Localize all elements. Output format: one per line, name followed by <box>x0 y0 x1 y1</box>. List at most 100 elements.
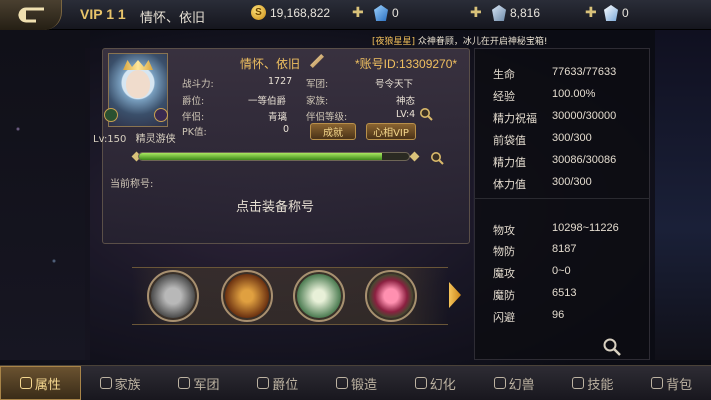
attribute-value: 77633/77633 <box>552 66 617 78</box>
attribute-label: 体力值 <box>493 178 526 191</box>
goddess-icon[interactable] <box>293 270 345 322</box>
combat-value: 1727 <box>268 76 293 87</box>
tab-label: 技能 <box>587 377 614 393</box>
top-bar: VIP 1 1 情怀、依旧 S 19,168,822 ✚ 0 ✚ 8,816 ✚… <box>0 0 711 30</box>
tab-label: 家族 <box>114 377 141 393</box>
attribute-value: 300/300 <box>552 176 592 188</box>
rank-label: 爵位: <box>182 96 205 107</box>
partner-level-value: LV:4 <box>396 109 416 120</box>
character-class: 精灵游侠 <box>135 134 176 145</box>
tab-label: 幻兽 <box>508 377 535 393</box>
combat-label: 战斗力: <box>182 79 214 90</box>
tab-6[interactable]: 幻兽 <box>475 366 554 400</box>
white-gem-icon <box>604 5 618 21</box>
level-line: Lv:150 精灵游侠 <box>93 130 176 145</box>
add-silver-button[interactable]: ✚ <box>585 5 597 21</box>
tab-3[interactable]: 爵位 <box>238 366 317 400</box>
shield-icon <box>99 377 112 389</box>
swirl-icon <box>414 377 427 389</box>
vip-button[interactable]: 心相VIP <box>366 123 416 140</box>
bag-icon <box>651 377 664 389</box>
back-arrow-icon <box>17 7 44 23</box>
tab-0[interactable]: 属性 <box>0 366 81 400</box>
experience-bar <box>138 152 410 161</box>
add-gem-button[interactable]: ✚ <box>470 5 482 21</box>
attribute-value: 30086/30086 <box>552 154 617 166</box>
tab-2[interactable]: 军团 <box>160 366 239 400</box>
vip-level: VIP 1 1 <box>80 6 126 22</box>
attribute-value: 100.00% <box>552 88 596 100</box>
golden-horse-icon[interactable] <box>221 270 273 322</box>
rose-icon[interactable] <box>365 270 417 322</box>
announcement-ticker: [夜狼星星] 众神眷顾，冰儿在开启神秘宝箱! <box>372 34 548 47</box>
exp-search-icon[interactable] <box>430 151 444 165</box>
gem-value: 0 <box>392 6 399 20</box>
class-badge-icon <box>104 108 118 122</box>
attribute-label: 前袋值 <box>493 134 526 147</box>
tab-label: 军团 <box>193 377 220 393</box>
hammer-icon <box>336 377 348 389</box>
partner-value: 青璃 <box>268 112 288 123</box>
family-label: 家族: <box>306 96 329 107</box>
tab-4[interactable]: 锻造 <box>317 366 396 400</box>
combat-stat-value: 0~0 <box>552 265 571 277</box>
attribute-label: 精力值 <box>493 156 526 169</box>
partner-search-icon[interactable] <box>419 107 433 121</box>
skill-icon <box>572 377 585 389</box>
silver-gem-value: 8,816 <box>510 6 541 20</box>
avatar <box>126 70 150 98</box>
attribute-value: 30000/30000 <box>552 110 617 122</box>
beast-icon <box>493 377 506 389</box>
add-gold-button[interactable]: ✚ <box>352 5 364 21</box>
white-gem-counter: 0 <box>604 5 629 21</box>
tab-8[interactable]: 背包 <box>632 366 711 400</box>
partner-label: 伴侣: <box>182 112 205 123</box>
experience-bar-fill <box>139 153 382 160</box>
tab-7[interactable]: 技能 <box>553 366 632 400</box>
gem-counter: 0 <box>374 5 399 21</box>
gold-value: 19,168,822 <box>270 5 331 20</box>
equip-title-button[interactable]: 点击装备称号 <box>236 196 314 215</box>
wings-icon <box>178 377 191 389</box>
profile-name: 情怀、依旧 <box>240 57 301 71</box>
army-value: 号令天下 <box>375 79 414 90</box>
character-level: Lv:150 <box>93 134 127 145</box>
tab-label: 属性 <box>34 377 61 393</box>
silver-gem-icon <box>492 5 506 21</box>
tab-label: 锻造 <box>351 377 378 393</box>
tab-label: 幻化 <box>429 377 456 393</box>
combat-stat-label: 魔攻 <box>493 267 515 280</box>
combat-stat-value: 96 <box>552 309 565 321</box>
pk-value: 0 <box>283 124 290 135</box>
army-label: 军团: <box>306 79 329 90</box>
achievement-button[interactable]: 成就 <box>310 123 356 140</box>
pk-label: PK值: <box>182 127 207 138</box>
blue-gem-icon <box>374 5 388 21</box>
rank-badge-icon <box>154 108 168 122</box>
combat-stat-label: 闪避 <box>493 311 515 324</box>
attribute-value: 300/300 <box>552 132 592 144</box>
medal-icon <box>19 377 32 389</box>
tab-label: 爵位 <box>272 377 299 393</box>
tab-label: 背包 <box>666 377 693 393</box>
combat-stat-value: 10298~11226 <box>552 222 619 234</box>
combat-stat-value: 8187 <box>552 243 577 255</box>
rank-value: 一等伯爵 <box>248 96 287 107</box>
combat-stat-label: 物攻 <box>493 224 515 237</box>
tab-5[interactable]: 幻化 <box>396 366 475 400</box>
back-button[interactable] <box>0 0 62 30</box>
details-search-icon[interactable] <box>602 337 622 357</box>
account-id: *账号ID:13309270* <box>355 57 458 71</box>
family-value: 神态 <box>396 96 416 107</box>
attribute-label: 生命 <box>493 68 515 81</box>
bottom-tab-bar: 属性 家族 军团 爵位 锻造 幻化 幻兽 技能 背包 <box>0 365 711 400</box>
combat-stat-label: 魔防 <box>493 289 515 302</box>
ticker-tag: [夜狼星星] <box>372 37 416 47</box>
right-scenery <box>655 30 711 360</box>
tab-1[interactable]: 家族 <box>81 366 160 400</box>
combat-stat-label: 物防 <box>493 245 515 258</box>
ticker-message: 众神眷顾，冰儿在开启神秘宝箱! <box>417 37 548 47</box>
silver-gem-counter: 8,816 <box>492 5 540 21</box>
heart-stone-icon[interactable] <box>147 270 199 322</box>
crown-icon <box>257 377 270 389</box>
